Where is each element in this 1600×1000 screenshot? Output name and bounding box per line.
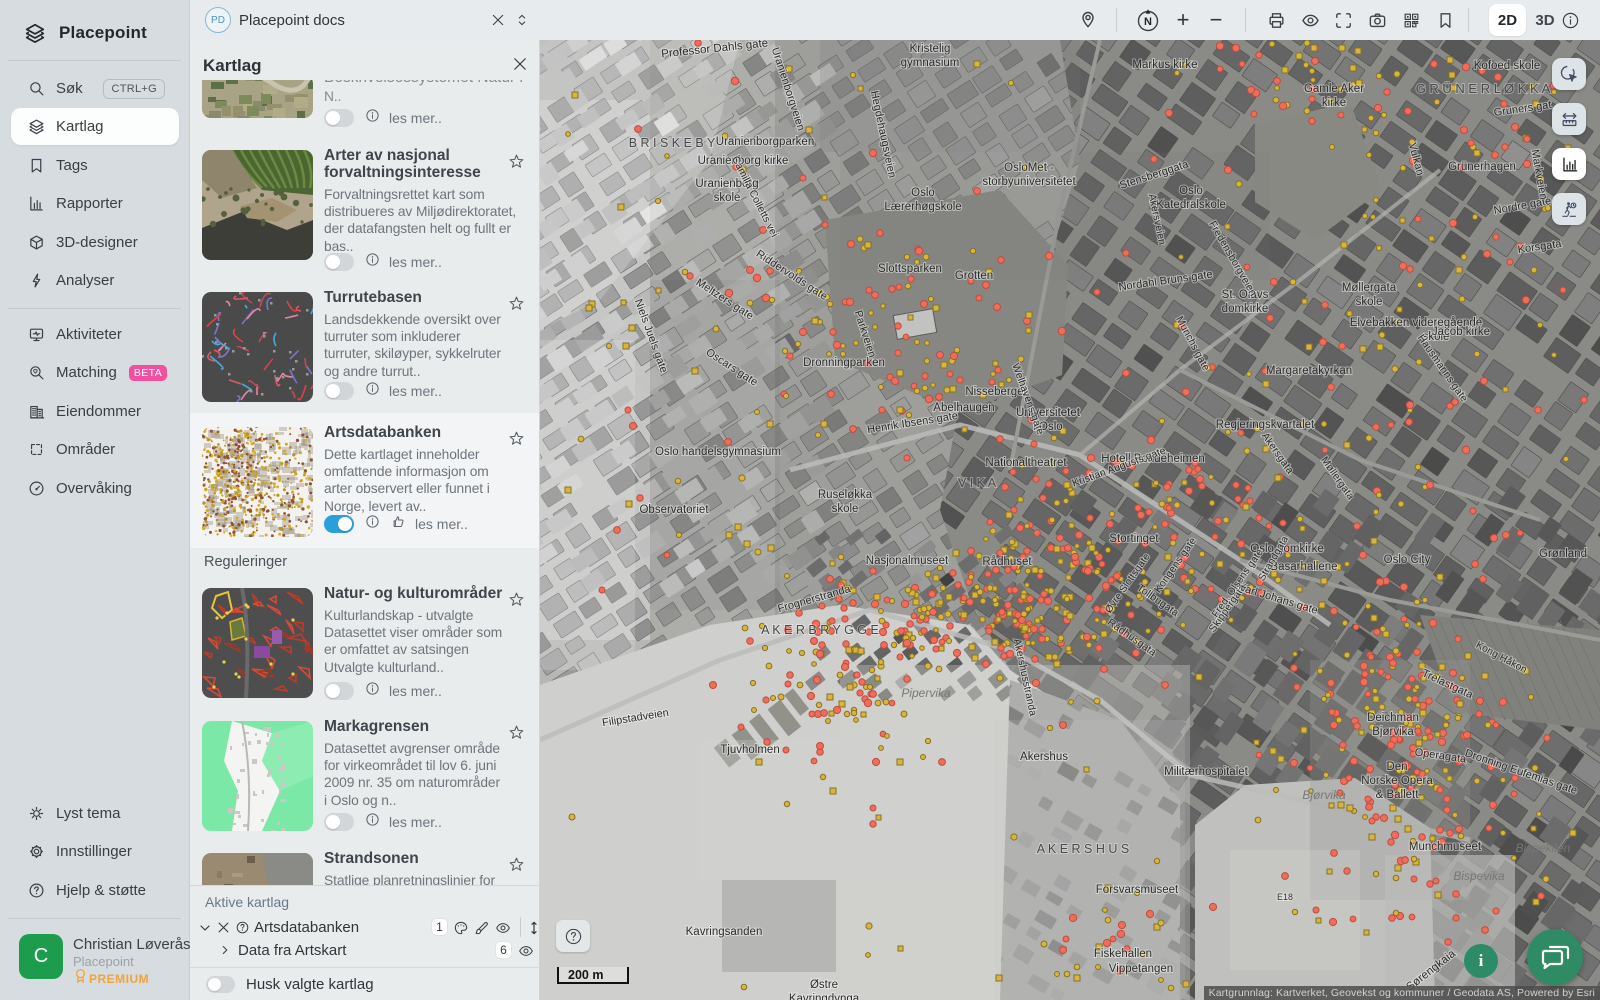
svg-text:Oslo handelsgymnasium: Oslo handelsgymnasium — [655, 446, 781, 458]
svg-text:Pipervika: Pipervika — [901, 686, 951, 700]
svg-text:Regjeringskvartalet: Regjeringskvartalet — [1216, 419, 1315, 431]
svg-text:E18: E18 — [1277, 892, 1293, 902]
svg-text:domkirke: domkirke — [1222, 303, 1269, 315]
svg-text:skole: skole — [714, 192, 741, 204]
svg-text:Fiskehallen: Fiskehallen — [1094, 948, 1152, 960]
svg-text:Nationaltheatret: Nationaltheatret — [985, 457, 1067, 469]
svg-text:Oslo: Oslo — [911, 187, 935, 199]
svg-text:Deichman: Deichman — [1367, 712, 1419, 724]
svg-text:Margaretakyrkan: Margaretakyrkan — [1266, 365, 1352, 377]
svg-text:B R I S K E B Y: B R I S K E B Y — [629, 136, 716, 150]
svg-text:Grünerhagen: Grünerhagen — [1448, 161, 1516, 173]
svg-text:Uranienborgparken: Uranienborgparken — [716, 136, 814, 148]
svg-text:Kofoed skole: Kofoed skole — [1474, 60, 1541, 72]
svg-text:Kavringsanden: Kavringsanden — [686, 926, 763, 938]
svg-text:skole: skole — [832, 503, 859, 515]
svg-text:Munchmuseet: Munchmuseet — [1409, 841, 1482, 853]
svg-text:Basarhallene: Basarhallene — [1270, 561, 1337, 573]
svg-text:Militærhospitalet: Militærhospitalet — [1164, 766, 1249, 778]
svg-text:Nasjonalmuseet: Nasjonalmuseet — [866, 555, 949, 567]
svg-text:Forsvarsmuseet: Forsvarsmuseet — [1096, 884, 1179, 896]
svg-text:A K E R B R Y G G E: A K E R B R Y G G E — [761, 623, 879, 637]
svg-text:Møllergata: Møllergata — [1342, 282, 1397, 294]
svg-text:A K E R S H U S: A K E R S H U S — [1037, 842, 1129, 856]
svg-text:Oslo City: Oslo City — [1384, 554, 1431, 566]
svg-text:Vippetangen: Vippetangen — [1109, 963, 1173, 975]
svg-text:Oslo: Oslo — [1179, 185, 1203, 197]
svg-text:Norske Opera: Norske Opera — [1361, 775, 1433, 787]
svg-text:Katedralskole: Katedralskole — [1156, 199, 1226, 211]
svg-text:Gamle Aker: Gamle Aker — [1304, 83, 1364, 95]
svg-text:Grønland: Grønland — [1539, 548, 1587, 560]
svg-text:Østre: Østre — [810, 979, 838, 991]
svg-text:& Ballett: & Ballett — [1376, 789, 1420, 801]
svg-text:Jacob kirke: Jacob kirke — [1432, 326, 1490, 338]
svg-text:N: N — [1144, 16, 1152, 28]
svg-text:Grotten: Grotten — [955, 270, 993, 282]
svg-text:Rådhuset: Rådhuset — [982, 556, 1032, 568]
svg-text:Kavringdynga: Kavringdynga — [789, 993, 860, 1000]
svg-text:Observatoriet: Observatoriet — [639, 504, 709, 516]
svg-text:Bispekilen: Bispekilen — [1516, 841, 1571, 855]
svg-text:Bjørvika: Bjørvika — [1372, 726, 1414, 738]
svg-text:G R Ü N E R L Ø K K A: G R Ü N E R L Ø K K A — [1416, 81, 1551, 96]
svg-text:gymnasium: gymnasium — [901, 57, 960, 69]
svg-text:Tjuvholmen: Tjuvholmen — [720, 744, 779, 756]
svg-text:kirke: kirke — [1322, 97, 1346, 109]
svg-text:Dronningparken: Dronningparken — [803, 357, 885, 369]
svg-text:Markus kirke: Markus kirke — [1132, 59, 1197, 71]
svg-text:Kristelig: Kristelig — [910, 43, 951, 55]
svg-text:Bjørvika: Bjørvika — [1302, 788, 1346, 802]
svg-text:Slottsparken: Slottsparken — [878, 263, 942, 275]
svg-text:Bispevika: Bispevika — [1453, 869, 1505, 883]
svg-text:OsloMet -: OsloMet - — [1004, 162, 1054, 174]
svg-text:Stortinget: Stortinget — [1109, 533, 1159, 545]
svg-text:Akershus: Akershus — [1020, 751, 1068, 763]
svg-text:V I K A: V I K A — [958, 476, 997, 490]
svg-text:skole: skole — [1356, 296, 1383, 308]
svg-text:Ruseløkka: Ruseløkka — [818, 489, 873, 501]
svg-text:Den: Den — [1386, 761, 1407, 773]
svg-text:Lærerhøgskole: Lærerhøgskole — [884, 201, 961, 213]
svg-text:storbyuniversitetet: storbyuniversitetet — [982, 176, 1076, 188]
